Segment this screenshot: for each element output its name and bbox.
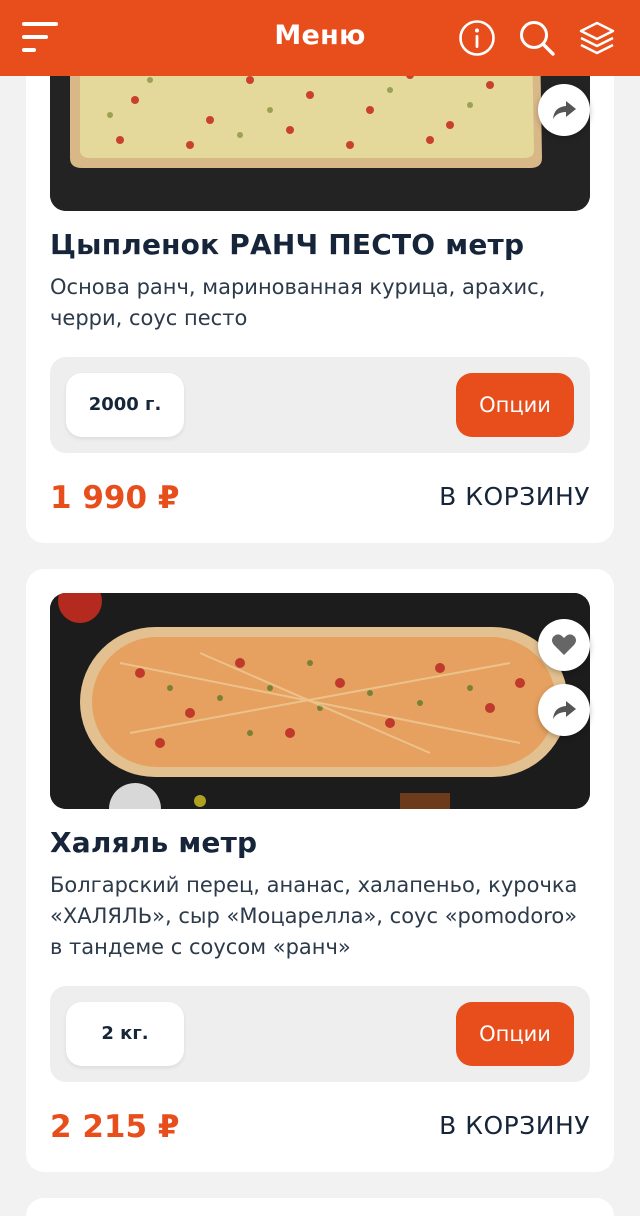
options-bar: 2000 г. Опции [50, 357, 590, 453]
search-icon[interactable] [518, 19, 556, 57]
product-description: Болгарский перец, ананас, халапеньо, кур… [50, 873, 578, 959]
product-title: Цыпленок РАНЧ ПЕСТО метр [50, 228, 525, 261]
share-icon [553, 101, 576, 119]
heart-icon [552, 634, 576, 655]
product-card: Цыпленок РАНЧ ПЕСТО метр Основа ранч, ма… [26, 40, 614, 543]
product-title: Халяль метр [50, 826, 258, 859]
add-to-cart-button[interactable]: В КОРЗИНУ [439, 1111, 590, 1140]
product-card: Халяль метр Болгарский перец, ананас, ха… [26, 569, 614, 1172]
share-button[interactable] [538, 684, 590, 736]
options-button[interactable]: Опции [456, 373, 574, 437]
favorite-button[interactable] [538, 619, 590, 671]
options-button[interactable]: Опции [456, 1002, 574, 1066]
product-card [26, 1198, 614, 1216]
weight-selector[interactable]: 2000 г. [66, 373, 184, 437]
share-button[interactable] [538, 84, 590, 136]
product-photo[interactable] [50, 593, 590, 809]
product-price: 2 215 ₽ [50, 1109, 180, 1145]
info-icon[interactable] [458, 19, 496, 57]
app-header: Меню [0, 0, 640, 76]
product-price: 1 990 ₽ [50, 480, 180, 516]
product-description: Основа ранч, маринованная курица, арахис… [50, 275, 546, 330]
add-to-cart-button[interactable]: В КОРЗИНУ [439, 482, 590, 511]
share-icon [553, 701, 576, 719]
options-bar: 2 кг. Опции [50, 986, 590, 1082]
layers-icon[interactable] [578, 19, 616, 57]
weight-selector[interactable]: 2 кг. [66, 1002, 184, 1066]
